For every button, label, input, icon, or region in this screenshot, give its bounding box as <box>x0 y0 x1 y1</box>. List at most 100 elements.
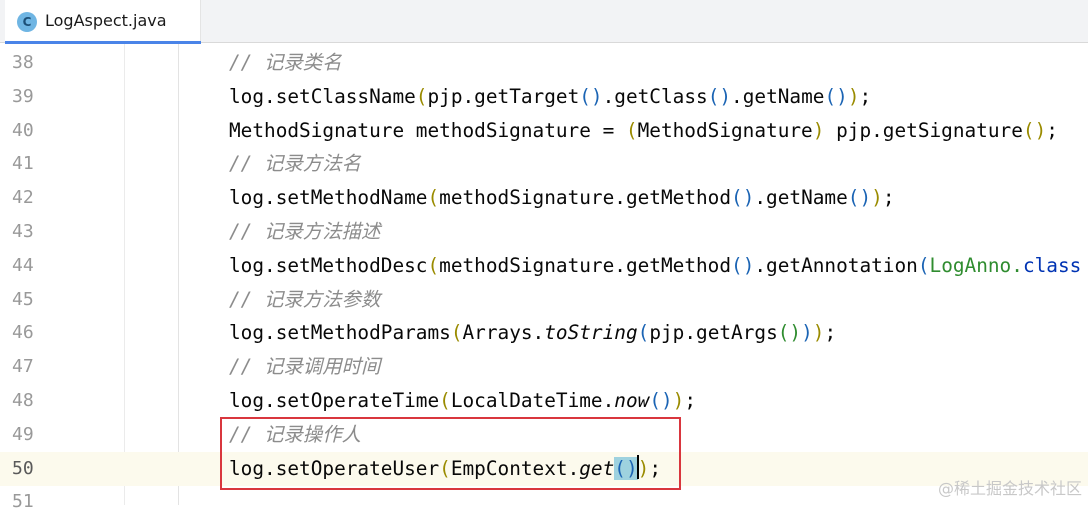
code-token: ; <box>649 456 662 480</box>
code-token: pjp.getTarget <box>427 84 580 108</box>
code-text[interactable]: log.setMethodName(methodSignature.getMet… <box>229 181 895 215</box>
editor-tab-bar: C LogAspect.java <box>0 0 1088 44</box>
code-token: ) <box>847 84 860 108</box>
code-token: () <box>731 186 755 210</box>
line-number: 42 <box>12 187 34 209</box>
code-token: ; <box>684 389 697 412</box>
code-line-44[interactable]: 44 log.setMethodDesc(methodSignature.getM… <box>0 249 1088 283</box>
line-number: 41 <box>12 153 34 175</box>
code-line-46[interactable]: 46 log.setMethodParams(Arrays.toString(pj… <box>0 316 1088 350</box>
code-comment: // 记录方法名 <box>229 152 361 176</box>
code-token: ( <box>439 456 451 480</box>
code-token: EmpContext. <box>450 456 580 480</box>
code-text[interactable]: MethodSignature methodSignature = (Metho… <box>229 114 1058 148</box>
code-token: ) <box>812 118 825 142</box>
code-text[interactable]: log.setClassName(pjp.getTarget().getClas… <box>229 80 871 114</box>
code-token: () <box>731 253 755 277</box>
code-text[interactable]: // 记录调用时间 <box>229 350 380 384</box>
code-token: toString <box>544 321 638 345</box>
code-text[interactable]: log.setOperateUser(EmpContext.get()); <box>229 452 661 486</box>
code-token: ( <box>450 321 463 345</box>
code-line-50[interactable]: 50 log.setOperateUser(EmpContext.get()); <box>0 451 1088 486</box>
code-token: LogAnno <box>929 253 1012 277</box>
code-text[interactable]: log.setOperateTime(LocalDateTime.now()); <box>229 384 696 418</box>
code-line-38[interactable]: 38 // 记录类名 <box>0 46 1088 80</box>
text-caret <box>636 455 639 480</box>
code-line-43[interactable]: 43 // 记录方法描述 <box>0 215 1088 249</box>
code-text[interactable]: // 记录操作人 <box>229 418 361 452</box>
line-number: 39 <box>12 85 34 107</box>
code-token: log.setClassName <box>229 84 416 108</box>
code-token: Arrays. <box>462 321 545 345</box>
line-number: 43 <box>12 221 34 242</box>
code-token: ; <box>824 321 837 345</box>
code-token: pjp.getSignature <box>824 118 1023 142</box>
code-line-45[interactable]: 45 // 记录方法参数 <box>0 283 1088 317</box>
code-comment: // 记录类名 <box>229 51 342 74</box>
line-number: 44 <box>12 254 34 276</box>
code-token: ( <box>614 456 626 480</box>
code-comment: // 记录操作人 <box>229 422 361 446</box>
code-token: log.setOperateUser <box>229 456 440 480</box>
code-token: () <box>1022 118 1047 142</box>
code-token: methodSignature.getMethod <box>439 186 732 210</box>
code-token: () <box>847 186 872 210</box>
code-token: log.setMethodName <box>229 186 428 210</box>
code-line-41[interactable]: 41 // 记录方法名 <box>0 147 1088 181</box>
code-token: ; <box>1046 118 1058 142</box>
code-line-49[interactable]: 49 // 记录操作人 <box>0 418 1088 452</box>
line-number: 38 <box>12 52 34 73</box>
code-token: ) <box>812 321 825 345</box>
code-token: class <box>1022 253 1082 277</box>
code-token: ) <box>871 186 883 210</box>
code-token: LocalDateTime. <box>450 389 615 412</box>
code-token: () <box>777 321 802 345</box>
code-token: ) <box>801 321 813 345</box>
code-token: () <box>579 84 603 108</box>
tab-logaspect-java[interactable]: C LogAspect.java <box>5 0 201 44</box>
code-comment: // 记录调用时间 <box>229 355 381 379</box>
code-token: ( <box>625 118 638 142</box>
code-token: MethodSignature <box>637 118 813 142</box>
line-number: 40 <box>12 119 34 141</box>
code-token: pjp.getArgs <box>649 321 778 345</box>
code-token: MethodSignature methodSignature = <box>229 118 626 142</box>
code-token: ( <box>427 253 440 277</box>
code-token: () <box>707 84 732 108</box>
line-number: 50 <box>12 457 34 479</box>
code-token: log.setOperateTime <box>229 389 440 412</box>
code-token: .getName <box>754 186 848 210</box>
line-number: 45 <box>12 288 34 310</box>
code-token: ( <box>917 253 930 277</box>
line-number: 49 <box>12 423 34 445</box>
code-token: log.setMethodDesc <box>229 253 428 277</box>
code-line-39[interactable]: 39 log.setClassName(pjp.getTarget().getCl… <box>0 80 1088 114</box>
code-token: log.setMethodParams <box>229 321 451 345</box>
code-line-42[interactable]: 42 log.setMethodName(methodSignature.getM… <box>0 181 1088 215</box>
code-token: get <box>579 456 615 480</box>
code-comment: // 记录方法描述 <box>229 220 381 243</box>
code-token: ) <box>637 456 650 480</box>
code-token: ; <box>882 186 895 210</box>
code-token: () <box>649 389 673 412</box>
code-token: . <box>1011 253 1023 277</box>
code-line-48[interactable]: 48 log.setOperateTime(LocalDateTime.now()… <box>0 384 1088 418</box>
line-number: 46 <box>12 322 34 344</box>
code-text[interactable]: // 记录类名 <box>229 46 342 80</box>
code-text[interactable]: // 记录方法名 <box>229 147 361 181</box>
code-text[interactable]: // 记录方法参数 <box>229 283 380 317</box>
code-token: .getClass <box>602 84 708 108</box>
code-token: ( <box>427 186 440 210</box>
code-token: ( <box>637 321 650 345</box>
code-text[interactable]: log.setMethodDesc(methodSignature.getMet… <box>229 249 1081 283</box>
code-token: methodSignature.getMethod <box>439 253 732 277</box>
code-line-47[interactable]: 47 // 记录调用时间 <box>0 350 1088 384</box>
code-text[interactable]: log.setMethodParams(Arrays.toString(pjp.… <box>229 316 836 350</box>
code-line-51[interactable]: 51 <box>0 485 1088 519</box>
line-number: 48 <box>12 390 34 411</box>
code-token: ( <box>415 84 428 108</box>
code-text[interactable]: // 记录方法描述 <box>229 215 380 249</box>
code-line-40[interactable]: 40 MethodSignature methodSignature = (Met… <box>0 114 1088 148</box>
line-number: 51 <box>12 491 34 513</box>
line-number: 47 <box>12 356 34 378</box>
